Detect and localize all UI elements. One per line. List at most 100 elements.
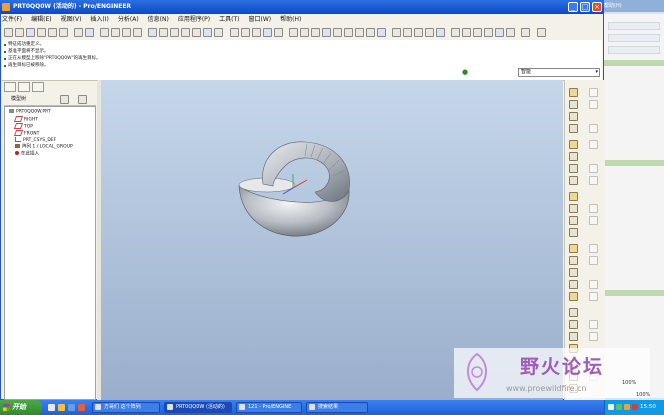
- toolbar-button-icon[interactable]: [148, 28, 157, 37]
- toolbar-button-icon[interactable]: [436, 28, 445, 37]
- feature-tool-icon[interactable]: [589, 216, 598, 225]
- quick-launch-icon[interactable]: [68, 404, 75, 411]
- feature-tool-icon[interactable]: [569, 280, 578, 289]
- toolbar-button-icon[interactable]: [26, 28, 35, 37]
- toolbar-button-icon[interactable]: [100, 28, 109, 37]
- toolbar-button-icon[interactable]: [377, 28, 386, 37]
- toolbar-button-icon[interactable]: [15, 28, 24, 37]
- toolbar-button-icon[interactable]: [133, 28, 142, 37]
- menu-item[interactable]: 信息(N): [148, 16, 169, 23]
- taskbar-task-button[interactable]: 方哥们 这个阵列: [92, 402, 160, 413]
- toolbar-button-icon[interactable]: [192, 28, 201, 37]
- menu-item[interactable]: 窗口(W): [249, 16, 272, 23]
- feature-tool-icon[interactable]: [569, 124, 578, 133]
- toolbar-button-icon[interactable]: [451, 28, 460, 37]
- feature-tool-icon[interactable]: [569, 268, 578, 277]
- feature-tool-icon[interactable]: [589, 140, 598, 149]
- favorites-tab-icon[interactable]: [32, 82, 44, 92]
- feature-tool-icon[interactable]: [589, 124, 598, 133]
- toolbar-button-icon[interactable]: [484, 28, 493, 37]
- feature-tool-icon[interactable]: [569, 256, 578, 265]
- feature-tool-icon[interactable]: [569, 152, 578, 161]
- feature-tool-icon[interactable]: [569, 140, 578, 149]
- background-zoom-level[interactable]: 100%: [636, 392, 650, 398]
- feature-tool-icon[interactable]: [569, 176, 578, 185]
- quick-launch-icon[interactable]: [78, 404, 85, 411]
- toolbar-button-icon[interactable]: [537, 28, 546, 37]
- toolbar-button-icon[interactable]: [203, 28, 212, 37]
- feature-tool-icon[interactable]: [589, 256, 598, 265]
- feature-tool-icon[interactable]: [569, 112, 578, 121]
- toolbar-button-icon[interactable]: [122, 28, 131, 37]
- toolbar-button-icon[interactable]: [366, 28, 375, 37]
- tray-icon[interactable]: [632, 404, 638, 410]
- feature-tool-icon[interactable]: [569, 292, 578, 301]
- feature-tool-icon[interactable]: [569, 216, 578, 225]
- background-zoom-level[interactable]: 100%: [622, 380, 636, 386]
- toolbar-button-icon[interactable]: [392, 28, 401, 37]
- feature-tool-icon[interactable]: [569, 100, 578, 109]
- tray-icon[interactable]: [608, 404, 614, 410]
- toolbar-button-icon[interactable]: [48, 28, 57, 37]
- toolbar-button-icon[interactable]: [230, 28, 239, 37]
- feature-tool-icon[interactable]: [569, 320, 578, 329]
- feature-tool-icon[interactable]: [589, 280, 598, 289]
- toolbar-button-icon[interactable]: [414, 28, 423, 37]
- maximize-button[interactable]: □: [580, 2, 590, 12]
- feature-tool-icon[interactable]: [589, 204, 598, 213]
- minimize-button[interactable]: _: [568, 2, 578, 12]
- feature-tool-icon[interactable]: [589, 320, 598, 329]
- toolbar-button-icon[interactable]: [159, 28, 168, 37]
- toolbar-button-icon[interactable]: [311, 28, 320, 37]
- feature-tool-icon[interactable]: [569, 332, 578, 341]
- toolbar-button-icon[interactable]: [300, 28, 309, 37]
- tree-node[interactable]: PRT0QQ0W.PRT: [9, 109, 51, 116]
- toolbar-button-icon[interactable]: [355, 28, 364, 37]
- toolbar-button-icon[interactable]: [473, 28, 482, 37]
- feature-tool-icon[interactable]: [569, 244, 578, 253]
- close-button[interactable]: ×: [592, 2, 602, 12]
- menu-item[interactable]: 分析(A): [118, 16, 139, 23]
- feature-tool-icon[interactable]: [569, 88, 578, 97]
- menu-item[interactable]: 应用程序(P): [178, 16, 210, 23]
- taskbar-task-button[interactable]: 121 - Pro/ENGINE: [236, 402, 302, 413]
- toolbar-button-icon[interactable]: [495, 28, 504, 37]
- menu-item[interactable]: 文件(F): [2, 16, 22, 23]
- model-tree-tab-icon[interactable]: [4, 82, 16, 92]
- toolbar-button-icon[interactable]: [252, 28, 261, 37]
- toolbar-button-icon[interactable]: [37, 28, 46, 37]
- feature-tool-icon[interactable]: [589, 332, 598, 341]
- menu-item[interactable]: 插入(I): [90, 16, 108, 23]
- tray-icon[interactable]: [616, 404, 622, 410]
- toolbar-button-icon[interactable]: [263, 28, 272, 37]
- folder-browser-tab-icon[interactable]: [18, 82, 30, 92]
- ie-browser-icon[interactable]: [58, 404, 65, 411]
- feature-tool-icon[interactable]: [589, 164, 598, 173]
- toolbar-button-icon[interactable]: [289, 28, 298, 37]
- toolbar-button-icon[interactable]: [170, 28, 179, 37]
- toolbar-button-icon[interactable]: [181, 28, 190, 37]
- toolbar-button-icon[interactable]: [425, 28, 434, 37]
- feature-tool-icon[interactable]: [569, 164, 578, 173]
- tree-node[interactable]: 阵列 1 / LOCAL_GROUP: [15, 144, 73, 151]
- toolbar-button-icon[interactable]: [214, 28, 223, 37]
- tree-settings-icon[interactable]: [60, 95, 69, 104]
- toolbar-button-icon[interactable]: [403, 28, 412, 37]
- menu-item[interactable]: 工具(T): [219, 16, 239, 23]
- toolbar-button-icon[interactable]: [333, 28, 342, 37]
- toolbar-button-icon[interactable]: [344, 28, 353, 37]
- toolbar-button-icon[interactable]: [241, 28, 250, 37]
- toolbar-button-icon[interactable]: [85, 28, 94, 37]
- toolbar-button-icon[interactable]: [462, 28, 471, 37]
- toolbar-button-icon[interactable]: [74, 28, 83, 37]
- taskbar-task-button[interactable]: 搜索结果: [306, 402, 368, 413]
- title-bar[interactable]: PRT0QQ0W (活动的) - Pro/ENGINEER _ □ ×: [0, 0, 604, 14]
- feature-tool-icon[interactable]: [569, 308, 578, 317]
- menu-item[interactable]: 帮助(H): [280, 16, 301, 23]
- toolbar-button-icon[interactable]: [506, 28, 515, 37]
- tree-node[interactable]: 在此插入: [15, 151, 39, 158]
- toolbar-button-icon[interactable]: [274, 28, 283, 37]
- taskbar-task-button[interactable]: PRT0QQ0W (活动的): [164, 402, 232, 413]
- selection-filter-dropdown[interactable]: 智能: [518, 68, 600, 77]
- feature-tool-icon[interactable]: [589, 176, 598, 185]
